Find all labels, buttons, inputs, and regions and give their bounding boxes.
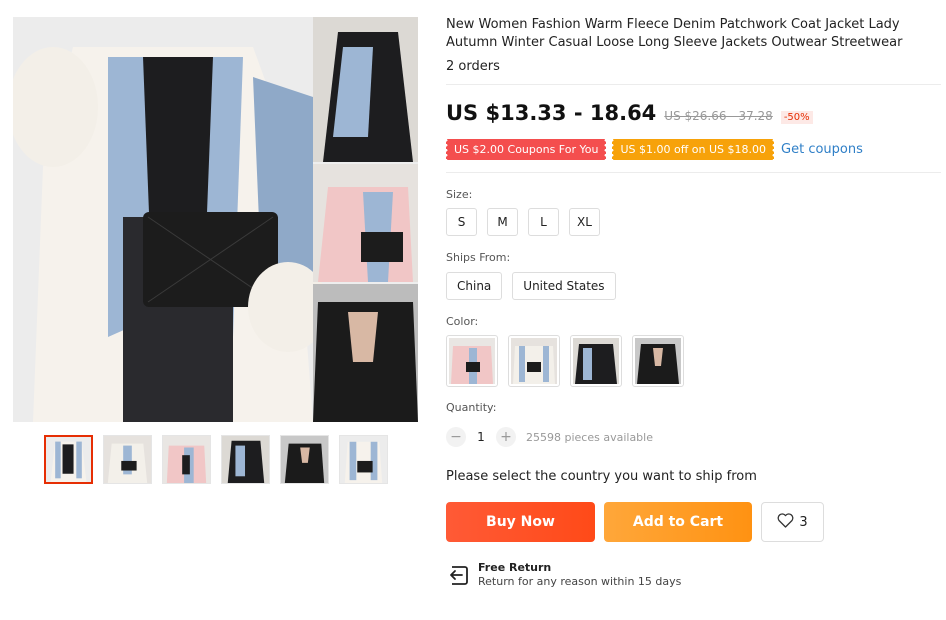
thumbnail-6[interactable] [339,435,388,484]
thumbnail-4[interactable] [221,435,270,484]
color-swatch-1[interactable] [446,335,498,387]
get-coupons-link[interactable]: Get coupons [781,142,863,157]
thumbnail-2[interactable] [103,435,152,484]
wishlist-button[interactable]: 3 [761,502,824,542]
free-return-title: Free Return [478,561,552,574]
original-price: US $26.66 - 37.28 [664,109,773,123]
quantity-stepper: − 1 + 25598 pieces available [446,427,653,447]
wishlist-count: 3 [799,514,808,530]
size-label: Size: [446,188,473,201]
coupon-row: US $2.00 Coupons For You US $1.00 off on… [443,139,863,160]
current-price: US $13.33 - 18.64 [446,101,657,125]
size-option-s[interactable]: S [446,208,477,236]
buy-now-button[interactable]: Buy Now [446,502,595,542]
discount-badge: -50% [780,111,813,124]
quantity-label: Quantity: [446,401,497,414]
quantity-increase-button[interactable]: + [496,427,516,447]
coupon-store[interactable]: US $2.00 Coupons For You [443,139,609,160]
thumbnail-strip [44,435,388,484]
thumbnail-3[interactable] [162,435,211,484]
product-title: New Women Fashion Warm Fleece Denim Patc… [446,17,903,50]
stock-available: 25598 pieces available [526,430,653,444]
color-label: Color: [446,315,479,328]
return-arrow-icon [446,563,470,587]
color-swatch-3[interactable] [570,335,622,387]
quantity-decrease-button[interactable]: − [446,427,466,447]
divider [446,84,941,85]
divider [446,172,941,173]
coupon-threshold[interactable]: US $1.00 off on US $18.00 [610,139,776,160]
ship-option-china[interactable]: China [446,272,503,300]
color-swatch-4[interactable] [632,335,684,387]
free-return-info: Free Return Return for any reason within… [446,561,681,588]
quantity-value[interactable]: 1 [466,430,496,444]
size-options: S M L XL [446,208,600,236]
price-row: US $13.33 - 18.64 US $26.66 - 37.28 -50% [446,101,813,125]
orders-count: 2 orders [446,59,500,74]
ship-country-note: Please select the country you want to sh… [446,469,757,484]
ships-from-label: Ships From: [446,251,511,264]
ship-option-united-states[interactable]: United States [512,272,616,300]
thumbnail-1[interactable] [44,435,93,484]
action-buttons: Buy Now Add to Cart 3 [446,502,824,542]
size-option-xl[interactable]: XL [569,208,600,236]
color-swatch-2[interactable] [508,335,560,387]
main-product-image[interactable] [13,17,418,422]
color-options [446,335,684,387]
ships-from-options: China United States [446,272,616,300]
size-option-l[interactable]: L [528,208,559,236]
heart-icon [777,512,794,532]
thumbnail-5[interactable] [280,435,329,484]
size-option-m[interactable]: M [487,208,518,236]
free-return-desc: Return for any reason within 15 days [478,575,682,588]
add-to-cart-button[interactable]: Add to Cart [604,502,752,542]
